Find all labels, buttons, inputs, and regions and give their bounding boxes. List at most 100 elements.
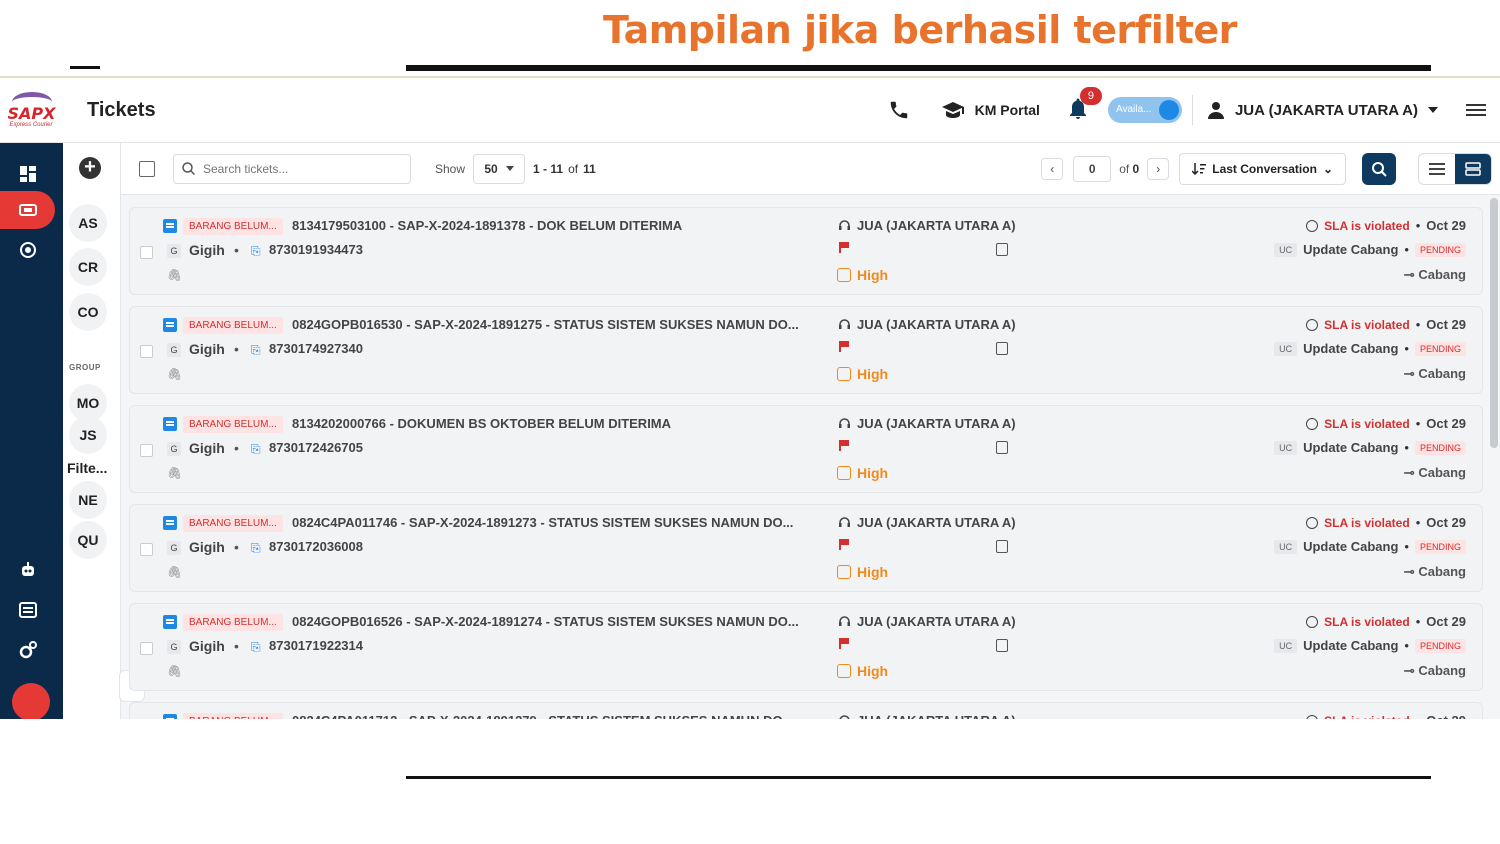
updater-initials: UC bbox=[1274, 341, 1298, 356]
header-divider bbox=[1191, 95, 1193, 125]
link-icon: ⊸ bbox=[1403, 663, 1415, 678]
ticket-row[interactable]: BARANG BELUM... 8134179503100 - SAP-X-20… bbox=[129, 207, 1483, 295]
flag-icon[interactable] bbox=[839, 440, 849, 451]
update-text: Update Cabang bbox=[1303, 539, 1399, 554]
ticket-subject[interactable]: 8134179503100 - SAP-X-2024-1891378 - DOK… bbox=[292, 218, 682, 233]
ticket-type-icon bbox=[163, 516, 177, 530]
report-icon[interactable] bbox=[0, 591, 55, 629]
calendar-icon[interactable] bbox=[996, 639, 1008, 652]
km-portal-link[interactable]: KM Portal bbox=[941, 100, 1040, 120]
range-value: 1 - 11 bbox=[533, 161, 564, 176]
tickets-nav-icon[interactable] bbox=[0, 191, 55, 229]
copy-icon[interactable]: ⎘ bbox=[251, 442, 261, 457]
availability-toggle[interactable]: Availa... bbox=[1107, 97, 1182, 123]
ticket-toolbar: Show 50 1 - 11 of 11 ‹ 0 of 0 › Last Conve… bbox=[121, 143, 1500, 195]
group-name: JUA (JAKARTA UTARA A) bbox=[857, 317, 1016, 332]
flag-icon[interactable] bbox=[839, 638, 849, 649]
top-header: SAPX Express Courier Tickets KM Portal 9… bbox=[0, 78, 1500, 143]
row-checkbox[interactable] bbox=[140, 642, 153, 655]
ticket-subject[interactable]: 8134202000766 - DOKUMEN BS OKTOBER BELUM… bbox=[292, 416, 671, 431]
filter-view-label[interactable]: Filte... bbox=[67, 460, 107, 476]
copy-icon[interactable]: ⎘ bbox=[251, 244, 261, 259]
page-size-select[interactable]: 50 bbox=[473, 153, 526, 184]
user-menu[interactable]: JUA (JAKARTA UTARA A) bbox=[1207, 101, 1438, 119]
next-page-button[interactable]: › bbox=[1147, 157, 1170, 180]
ticket-row[interactable]: BARANG BELUM... 0824GOPB016530 - SAP-X-2… bbox=[129, 306, 1483, 394]
team-label: ⊸ Cabang bbox=[1404, 366, 1466, 382]
timer-icon bbox=[1306, 615, 1319, 628]
ticket-row[interactable]: BARANG BELUM... 0824C4PA011746 - SAP-X-2… bbox=[129, 504, 1483, 592]
priority-label: High bbox=[857, 663, 889, 679]
ticket-row[interactable]: BARANG BELUM... 0824GOPB016526 - SAP-X-2… bbox=[129, 603, 1483, 691]
caret-down-icon bbox=[505, 166, 514, 171]
user-name: JUA (JAKARTA UTARA A) bbox=[1234, 101, 1418, 119]
view-avatar-ne[interactable]: NE bbox=[69, 481, 107, 519]
calendar-icon[interactable] bbox=[996, 540, 1008, 553]
chevron-down-icon: ⌄ bbox=[1322, 161, 1333, 176]
page-number-input[interactable]: 0 bbox=[1073, 155, 1112, 182]
flag-icon[interactable] bbox=[839, 242, 849, 253]
ticket-row[interactable]: BARANG BELUM... 8134202000766 - DOKUMEN … bbox=[129, 405, 1483, 493]
add-view-button[interactable]: + bbox=[79, 157, 101, 179]
slide-title: Tampilan jika berhasil terfilter bbox=[603, 8, 1237, 52]
ticket-subject[interactable]: 0824GOPB016530 - SAP-X-2024-1891275 - ST… bbox=[292, 317, 799, 332]
view-avatar-js[interactable]: JS bbox=[69, 416, 107, 454]
phone-icon[interactable] bbox=[887, 98, 911, 122]
priority-icon bbox=[837, 466, 851, 480]
agent-name: Gigih bbox=[189, 638, 225, 654]
priority-label: High bbox=[857, 465, 889, 481]
ticket-number: 8730172036008 bbox=[269, 539, 363, 554]
menu-list-icon[interactable] bbox=[1466, 101, 1486, 119]
search-box[interactable] bbox=[173, 153, 411, 184]
update-text: Update Cabang bbox=[1303, 440, 1399, 455]
ticket-row[interactable]: BARANG BELUM... 0824C4PA011712 - SAP-X-2… bbox=[129, 702, 1483, 719]
row-checkbox[interactable] bbox=[140, 345, 153, 358]
ticket-number: 8730172426705 bbox=[269, 440, 363, 455]
brand-logo-icon[interactable] bbox=[12, 683, 50, 719]
flag-icon[interactable] bbox=[839, 341, 849, 352]
prev-page-button[interactable]: ‹ bbox=[1041, 157, 1064, 180]
sort-label: Last Conversation bbox=[1212, 161, 1317, 176]
row-checkbox[interactable] bbox=[140, 543, 153, 556]
row-checkbox[interactable] bbox=[140, 444, 153, 457]
sapx-logo[interactable]: SAPX Express Courier bbox=[0, 78, 63, 143]
sla-label: SLA is violated bbox=[1324, 218, 1410, 233]
status-badge: PENDING bbox=[1414, 242, 1466, 257]
view-avatar-co[interactable]: CO bbox=[69, 293, 107, 331]
view-avatar-as[interactable]: AS bbox=[69, 204, 107, 242]
copy-icon[interactable]: ⎘ bbox=[251, 541, 261, 556]
notification-button[interactable]: 9 bbox=[1068, 86, 1102, 124]
ticket-subject[interactable]: 0824C4PA011746 - SAP-X-2024-1891273 - ST… bbox=[292, 515, 793, 530]
timer-icon bbox=[1306, 417, 1319, 430]
search-input[interactable] bbox=[203, 161, 393, 176]
last-update: UC Update Cabang • PENDING bbox=[1274, 539, 1466, 554]
dashboard-icon[interactable] bbox=[0, 155, 55, 193]
assigned-group: JUA (JAKARTA UTARA A) bbox=[838, 515, 1016, 530]
list-view-icon[interactable] bbox=[1419, 154, 1455, 184]
ticket-subject[interactable]: 0824GOPB016526 - SAP-X-2024-1891274 - ST… bbox=[292, 614, 799, 629]
copy-icon[interactable]: ⎘ bbox=[251, 640, 261, 655]
ticket-subject[interactable]: 0824C4PA011712 - SAP-X-2024-1891279 - ST… bbox=[292, 713, 793, 719]
support-icon[interactable] bbox=[0, 231, 55, 269]
advanced-search-button[interactable] bbox=[1362, 152, 1396, 185]
calendar-icon[interactable] bbox=[996, 342, 1008, 355]
card-view-icon[interactable] bbox=[1455, 153, 1491, 184]
calendar-icon[interactable] bbox=[996, 441, 1008, 454]
view-avatar-cr[interactable]: CR bbox=[69, 248, 107, 286]
view-avatar-qu[interactable]: QU bbox=[69, 521, 107, 559]
row-checkbox[interactable] bbox=[140, 246, 153, 259]
headset-icon bbox=[839, 616, 850, 626]
bot-icon[interactable] bbox=[0, 551, 55, 589]
range-of: of bbox=[568, 161, 579, 176]
sort-dropdown[interactable]: Last Conversation ⌄ bbox=[1179, 152, 1346, 185]
select-all-checkbox[interactable] bbox=[139, 160, 155, 177]
scrollbar[interactable] bbox=[1490, 198, 1498, 448]
status-badge: PENDING bbox=[1414, 341, 1466, 356]
copy-icon[interactable]: ⎘ bbox=[251, 343, 261, 358]
flag-icon[interactable] bbox=[839, 539, 849, 550]
app-window: SAPX Express Courier Tickets KM Portal 9… bbox=[0, 76, 1500, 719]
settings-gears-icon[interactable] bbox=[0, 631, 55, 669]
category-tag: BARANG BELUM... bbox=[183, 317, 283, 334]
calendar-icon[interactable] bbox=[996, 243, 1008, 256]
team-name: Cabang bbox=[1418, 366, 1466, 381]
